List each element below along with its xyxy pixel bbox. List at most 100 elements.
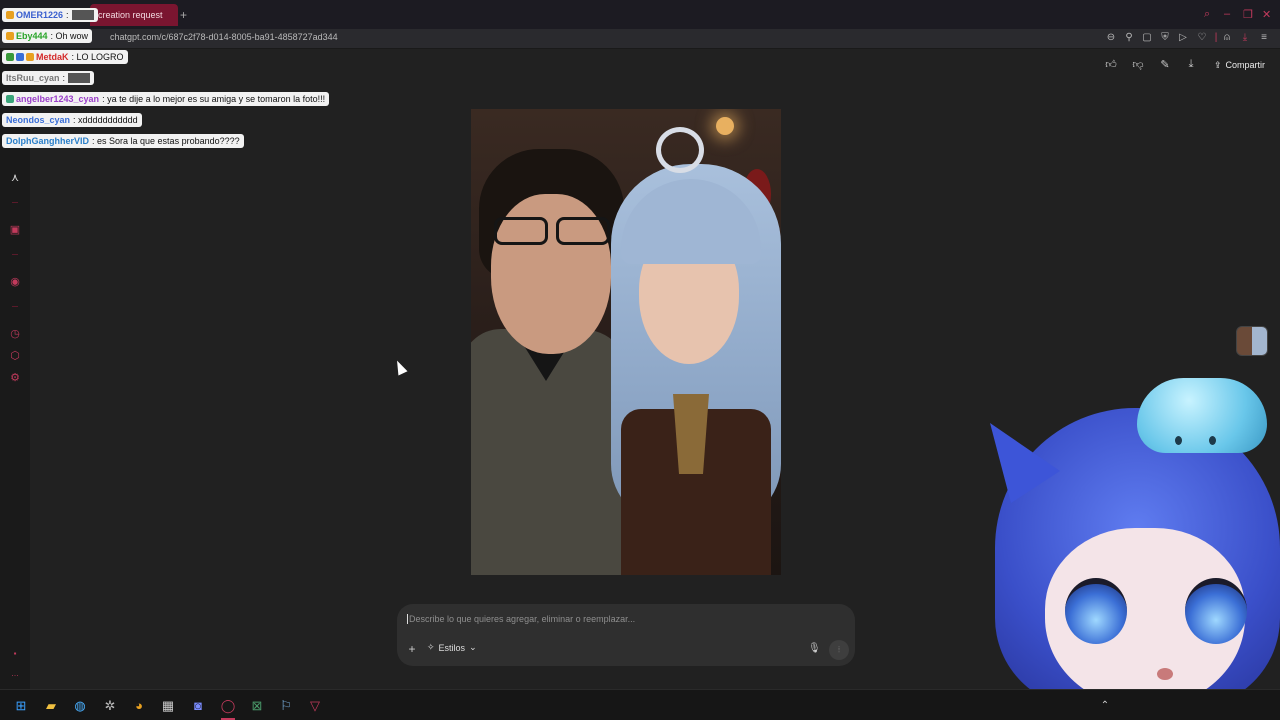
steam-like-icon[interactable]: ✲ bbox=[101, 697, 119, 715]
badge-icon bbox=[16, 53, 24, 61]
app-icon-2[interactable]: ▽ bbox=[306, 697, 324, 715]
thumbs-down-icon[interactable]: 👎︎ bbox=[1131, 58, 1145, 71]
account-icon[interactable]: ⍝ bbox=[1220, 32, 1234, 43]
styles-label: Estilos bbox=[438, 642, 466, 653]
opera-gx-icon[interactable]: ◯ bbox=[219, 697, 237, 715]
url-text[interactable]: chatgpt.com/c/687c2f78-d014-8005-ba91-48… bbox=[110, 32, 338, 42]
avatar-slime-hat bbox=[1137, 378, 1267, 453]
minimize-icon[interactable]: – bbox=[1224, 8, 1230, 20]
prompt-input[interactable] bbox=[407, 614, 807, 624]
thumbs-up-icon[interactable]: 👍︎ bbox=[1104, 58, 1118, 71]
tab-title: creation request bbox=[98, 10, 163, 20]
chat-text: es Sora la que estas probando???? bbox=[97, 136, 240, 146]
chrome-icon[interactable]: ◕ bbox=[130, 697, 148, 715]
chat-message: Eby444: Oh wow bbox=[2, 29, 93, 43]
badge-icon bbox=[26, 53, 34, 61]
chat-username: angelber1243_cyan bbox=[16, 94, 100, 104]
chevron-down-icon: ⌄ bbox=[469, 642, 477, 652]
screen: creation request + ⌕ – ❐ ✕ chatgpt.com/c… bbox=[0, 0, 1280, 720]
rail-divider bbox=[12, 202, 18, 203]
slime-eye bbox=[1209, 436, 1216, 445]
chat-username: DolphGanghherVID bbox=[6, 136, 89, 146]
chat-message: DolphGanghherVID: es Sora la que estas p… bbox=[2, 134, 244, 148]
clock-icon[interactable]: ◷ bbox=[8, 327, 22, 340]
chat-message: angelber1243_cyan: ya te dije a lo mejor… bbox=[2, 92, 330, 106]
avatar-eye bbox=[1065, 578, 1127, 644]
rail-divider bbox=[12, 254, 18, 255]
prompt-composer: + ✧ Estilos ⌄ 🎙︎ ⦙ bbox=[397, 604, 855, 666]
app-icon[interactable]: ▦ bbox=[159, 697, 177, 715]
mouse-cursor bbox=[392, 358, 408, 376]
styles-button[interactable]: ✧ Estilos ⌄ bbox=[427, 642, 477, 653]
image-thumbnail[interactable] bbox=[1236, 326, 1268, 356]
photo-halo bbox=[656, 127, 704, 173]
chat-message: ItsRuu_cyan: bbox=[2, 71, 95, 85]
maximize-icon[interactable]: ❐ bbox=[1243, 8, 1253, 21]
menu-icon[interactable]: ≡ bbox=[1257, 32, 1271, 43]
rail-bottom-icon[interactable]: ▪ bbox=[8, 649, 22, 658]
heart-icon[interactable]: ♡ bbox=[1195, 32, 1209, 43]
microphone-icon[interactable]: 🎙︎ bbox=[808, 643, 821, 654]
new-tab-button[interactable]: + bbox=[180, 8, 187, 22]
zoom-icon[interactable]: ⊖ bbox=[1104, 32, 1118, 43]
chat-text: ya te dije a lo mejor es su amiga y se t… bbox=[107, 94, 326, 104]
file-explorer-icon[interactable]: ▰ bbox=[42, 697, 60, 715]
slime-eye bbox=[1175, 436, 1182, 445]
tray-chevron-icon[interactable]: ⌃ bbox=[1096, 697, 1114, 715]
excel-icon[interactable]: ⊠ bbox=[248, 697, 266, 715]
avatar-eye bbox=[1185, 578, 1247, 644]
chat-username: ItsRuu_cyan bbox=[6, 73, 60, 83]
download-icon[interactable]: ⤓ bbox=[1184, 58, 1198, 71]
search-icon[interactable]: ⌕ bbox=[1204, 8, 1210, 21]
generated-image[interactable] bbox=[471, 109, 781, 575]
close-icon[interactable]: ✕ bbox=[1262, 8, 1271, 21]
browser-icon[interactable]: ◍ bbox=[71, 697, 89, 715]
edit-icon[interactable]: ✎ bbox=[1158, 58, 1172, 71]
chat-username: Neondos_cyan bbox=[6, 115, 71, 125]
photo-glasses bbox=[486, 217, 616, 247]
share-button[interactable]: ⇪ Compartir bbox=[1208, 56, 1271, 74]
avatar-mouth bbox=[1157, 668, 1173, 680]
screenshot-icon[interactable]: ▢ bbox=[1140, 32, 1154, 43]
chat-username: Eby444 bbox=[16, 31, 48, 41]
styles-icon: ✧ bbox=[427, 642, 435, 652]
os-taskbar: ⊞ ▰ ◍ ✲ ◕ ▦ ◙ ◯ ⊠ ⚐ ▽ ⌃ bbox=[0, 689, 1280, 720]
steam-icon[interactable]: ⚐ bbox=[277, 697, 295, 715]
pin-icon[interactable]: ⚲ bbox=[1122, 32, 1136, 43]
download-icon[interactable]: ⤓ bbox=[1238, 32, 1252, 43]
chat-message: OMER1226: bbox=[2, 8, 98, 22]
cube-icon[interactable]: ⬡ bbox=[8, 349, 22, 362]
badge-icon bbox=[6, 11, 14, 19]
browser-tab[interactable]: creation request bbox=[90, 4, 178, 26]
more-icon[interactable]: … bbox=[8, 669, 22, 678]
chat-username: MetdaK bbox=[36, 52, 69, 62]
add-attachment-button[interactable]: + bbox=[405, 642, 419, 656]
rail-divider bbox=[12, 306, 18, 307]
share-icon: ⇪ bbox=[1214, 59, 1222, 70]
chat-text: xddddddddddd bbox=[78, 115, 138, 125]
browser-tabbar: creation request + ⌕ – ❐ ✕ bbox=[0, 0, 1280, 29]
discord-icon[interactable]: ◙ bbox=[189, 697, 207, 715]
vtuber-avatar bbox=[985, 368, 1280, 720]
chat-text: Oh wow bbox=[55, 31, 89, 41]
chat-message: MetdaK: LO LOGRO bbox=[2, 50, 128, 64]
twitch-icon[interactable]: ▣ bbox=[8, 223, 22, 236]
browser-urlbar: chatgpt.com/c/687c2f78-d014-8005-ba91-48… bbox=[0, 29, 1280, 49]
emote-image bbox=[71, 10, 94, 20]
share-label: Compartir bbox=[1225, 60, 1266, 70]
gear-icon[interactable]: ⚙ bbox=[8, 371, 22, 384]
play-icon[interactable]: ▷ bbox=[1176, 32, 1190, 43]
badge-icon bbox=[6, 95, 14, 103]
chat-message: Neondos_cyan: xddddddddddd bbox=[2, 113, 142, 127]
target-icon[interactable]: ◉ bbox=[8, 275, 22, 288]
shield-icon[interactable]: ⛨ bbox=[1158, 32, 1172, 43]
windows-start-icon[interactable]: ⊞ bbox=[12, 697, 30, 715]
photo-lamp bbox=[716, 117, 734, 135]
emote-image bbox=[68, 73, 91, 83]
badge-icon bbox=[6, 32, 14, 40]
app-logo-icon[interactable]: ⋏ bbox=[8, 171, 22, 184]
chat-text: LO LOGRO bbox=[76, 52, 124, 62]
voice-mode-icon[interactable]: ⦙ bbox=[829, 640, 849, 660]
chat-username: OMER1226 bbox=[16, 10, 64, 20]
badge-icon bbox=[6, 53, 14, 61]
